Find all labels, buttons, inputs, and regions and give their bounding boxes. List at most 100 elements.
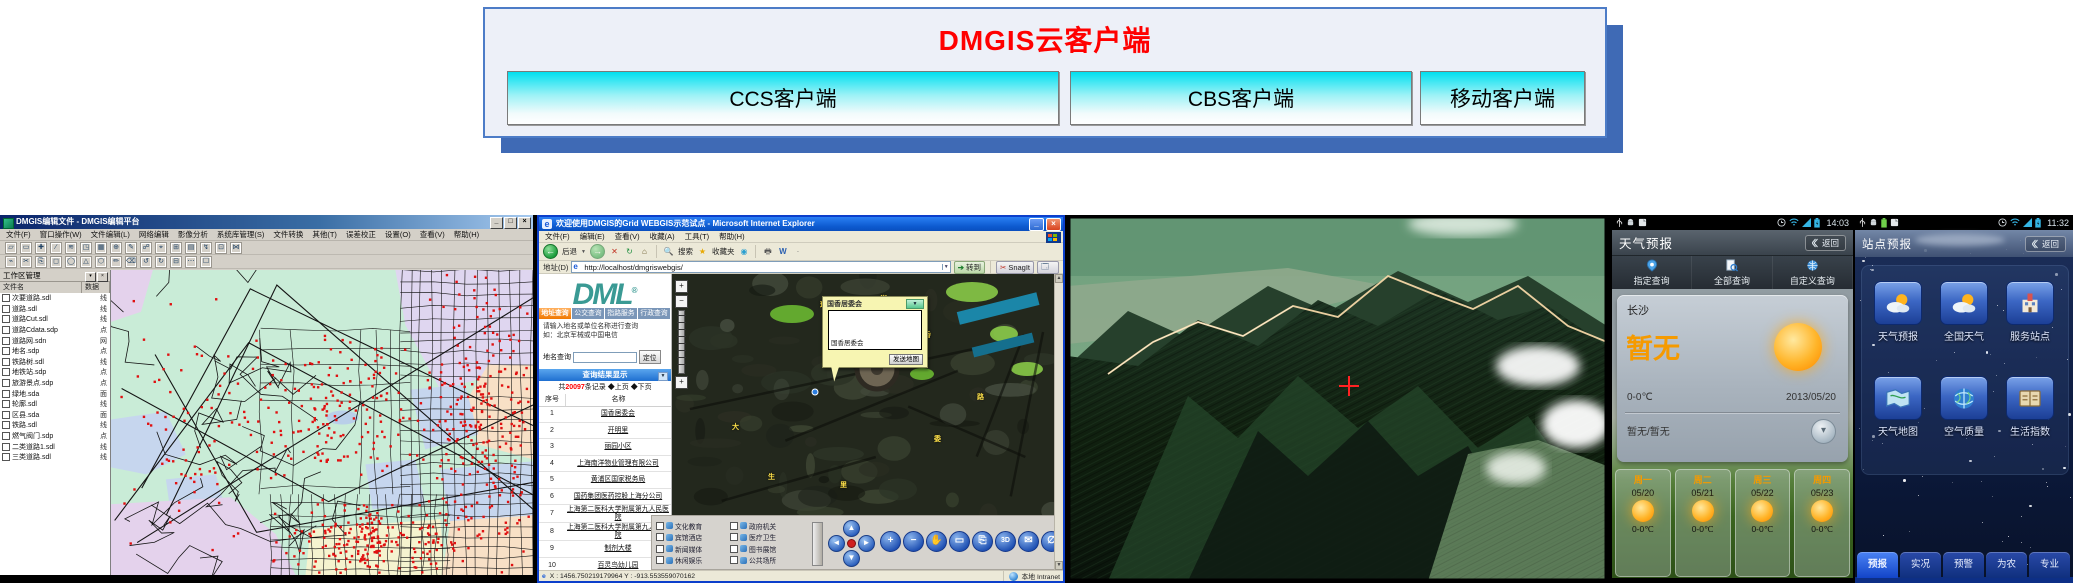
menu-item[interactable]: 误差校正 [346, 229, 376, 240]
toolbar-icon[interactable]: ↻ [155, 255, 167, 268]
gis-map-view[interactable] [111, 270, 533, 575]
more-tools-icon[interactable]: · [792, 246, 803, 257]
layer-row[interactable]: 道路网.sdn 网 [0, 335, 110, 346]
layer-checkbox[interactable] [2, 304, 10, 313]
snagit-button[interactable]: ✂ SnagIt [996, 260, 1034, 274]
zoom-out-button[interactable]: − [903, 531, 924, 552]
layer-row[interactable]: 地铁站.sdp 点 [0, 367, 110, 378]
tab-specified-query[interactable]: 指定查询 [1612, 256, 1693, 289]
toolbar-icon[interactable]: ⌫ [125, 255, 137, 268]
layer-checkbox[interactable] [2, 336, 10, 345]
layer-row[interactable]: 燃气阀门.sdp 点 [0, 431, 110, 442]
zoom-in-button[interactable]: + [675, 280, 688, 293]
pan-left-button[interactable]: ◄ [828, 535, 845, 552]
popup-dropdown-icon[interactable]: ▼ [906, 299, 924, 309]
toolbar-icon[interactable]: ⌁ [5, 255, 17, 268]
menu-item[interactable]: 窗口操作(W) [40, 229, 82, 240]
query-tab-2[interactable]: 指路服务 [605, 308, 638, 319]
layer-checkbox[interactable] [2, 421, 10, 430]
layer-checkbox[interactable] [2, 326, 10, 335]
toolbar-icon[interactable]: ◯ [65, 255, 77, 268]
layer-checkbox[interactable] [2, 432, 10, 441]
pan-center-button[interactable] [847, 539, 856, 548]
layer-checkbox[interactable] [2, 357, 10, 366]
legend-item[interactable]: 公共场所 [730, 555, 804, 567]
legend-checkbox[interactable] [730, 533, 738, 542]
menu-item[interactable]: 文件(F) [545, 231, 570, 242]
toolbar-icon[interactable]: ✏ [110, 255, 122, 268]
app-service-sites[interactable]: 服务站点 [1998, 281, 2062, 343]
toolbar-icon[interactable]: ⊞ [170, 241, 182, 254]
table-row[interactable]: 2 开明里 [539, 423, 671, 439]
legend-item[interactable]: 休闲娱乐 [656, 555, 730, 567]
menu-item[interactable]: 工具(T) [685, 231, 710, 242]
maximize-button[interactable]: □ [504, 217, 517, 229]
table-row[interactable]: 5 黄浦区国家税务局 [539, 472, 671, 489]
menu-item[interactable]: 文件(F) [6, 229, 31, 240]
legend-checkbox[interactable] [656, 521, 664, 530]
app-life-index[interactable]: 生活指数 [1998, 376, 2062, 438]
poi-name-link[interactable]: 国香居委会 [565, 409, 671, 419]
query-tab-0[interactable]: 地址查询 [539, 308, 572, 319]
tab-all-query[interactable]: 全部查询 [1692, 256, 1773, 289]
toolbar-icon[interactable]: ☍ [140, 241, 152, 254]
pan-slider[interactable] [812, 522, 823, 566]
toolbar-icon[interactable]: ▦ [95, 241, 107, 254]
toolbar-icon[interactable]: ☐ [200, 255, 212, 268]
legend-checkbox[interactable] [730, 556, 738, 565]
favorites-button[interactable]: 收藏夹 [712, 246, 735, 257]
menu-item[interactable]: 编辑(E) [580, 231, 605, 242]
back-button[interactable]: 后退 [562, 246, 577, 257]
full-extent-button[interactable]: ▭ [949, 531, 970, 552]
menu-item[interactable]: 文件编辑(L) [91, 229, 130, 240]
stop-icon[interactable]: ✕ [609, 246, 620, 257]
current-weather-card[interactable]: 长沙 暂无 0-0℃ 2013/05/20 暂无/暂无 ▾ [1617, 295, 1848, 462]
menu-item[interactable]: 帮助(H) [719, 231, 744, 242]
toolbar-icon[interactable]: ⬡ [95, 255, 107, 268]
forecast-day-card[interactable]: 周四 05/23 0-0℃ [1794, 469, 1850, 577]
minimize-button[interactable]: _ [490, 217, 503, 229]
toolbar-icon[interactable]: ✂ [20, 255, 32, 268]
legend-item[interactable]: 图书展馆 [730, 543, 804, 555]
address-dropdown-icon[interactable]: ▼ [941, 264, 950, 270]
layer-row[interactable]: 道路Cdata.sdp 点 [0, 325, 110, 336]
zoom-in-button[interactable]: + [880, 531, 901, 552]
go-button[interactable]: ➔ 转到 [953, 260, 986, 274]
pan-right-button[interactable]: ► [858, 535, 875, 552]
layer-row[interactable]: 区县.sda 面 [0, 410, 110, 421]
next-page-link[interactable]: ◆下页 [631, 384, 652, 391]
search-button[interactable]: 搜索 [678, 246, 693, 257]
locate-button[interactable]: 定位 [639, 350, 661, 364]
pan-up-button[interactable]: ▲ [843, 520, 860, 537]
column-filename[interactable]: 文件名 [0, 282, 82, 293]
toolbar-icon[interactable]: ⋯ [185, 255, 197, 268]
layer-row[interactable]: 次要道路.sdl 线 [0, 293, 110, 304]
favorites-star-icon[interactable]: ★ [697, 246, 708, 257]
menu-item[interactable]: 查看(V) [615, 231, 640, 242]
toolbar-icon[interactable]: ⋈ [230, 241, 242, 254]
app-weather-forecast[interactable]: 天气预报 [1866, 281, 1930, 343]
menu-item[interactable]: 文件转换 [273, 229, 303, 240]
satellite-map-view[interactable]: 球街香大生里委路 + − + 国香居委会 ▼ 国香居委会 发送地图 [672, 274, 1055, 515]
poi-name-link[interactable]: 开明里 [565, 426, 671, 436]
back-button[interactable]: 返回 [2024, 235, 2066, 252]
table-row[interactable]: 6 国药集团医药控股上海分公司 [539, 489, 671, 505]
scroll-down-icon[interactable]: ▼ [1055, 561, 1063, 570]
layer-row[interactable]: 铁路树.sdl 线 [0, 357, 110, 368]
snagit-window-button[interactable]: 🗔 [1037, 260, 1059, 274]
view-3d-button[interactable]: 3D [995, 531, 1016, 552]
toolbar-icon[interactable]: ⊡ [215, 241, 227, 254]
legend-checkbox[interactable] [730, 521, 738, 530]
layer-checkbox[interactable] [2, 379, 10, 388]
legend-item[interactable]: 医疗卫生 [730, 532, 804, 544]
layer-row[interactable]: 道路.sdl 线 [0, 304, 110, 315]
layer-checkbox[interactable] [2, 315, 10, 324]
panel-pin-icon[interactable]: ▾ [85, 272, 96, 282]
poi-name-link[interactable]: 丽园小区 [565, 442, 671, 452]
layer-checkbox[interactable] [2, 442, 10, 451]
bottom-tab-4[interactable]: 专业 [2029, 552, 2070, 578]
scroll-up-icon[interactable]: ▲ [1055, 274, 1063, 283]
layer-row[interactable]: 绿地.sda 面 [0, 388, 110, 399]
poi-name-link[interactable]: 上海南洋物业管理有限公司 [565, 459, 671, 469]
layer-checkbox[interactable] [2, 400, 10, 409]
